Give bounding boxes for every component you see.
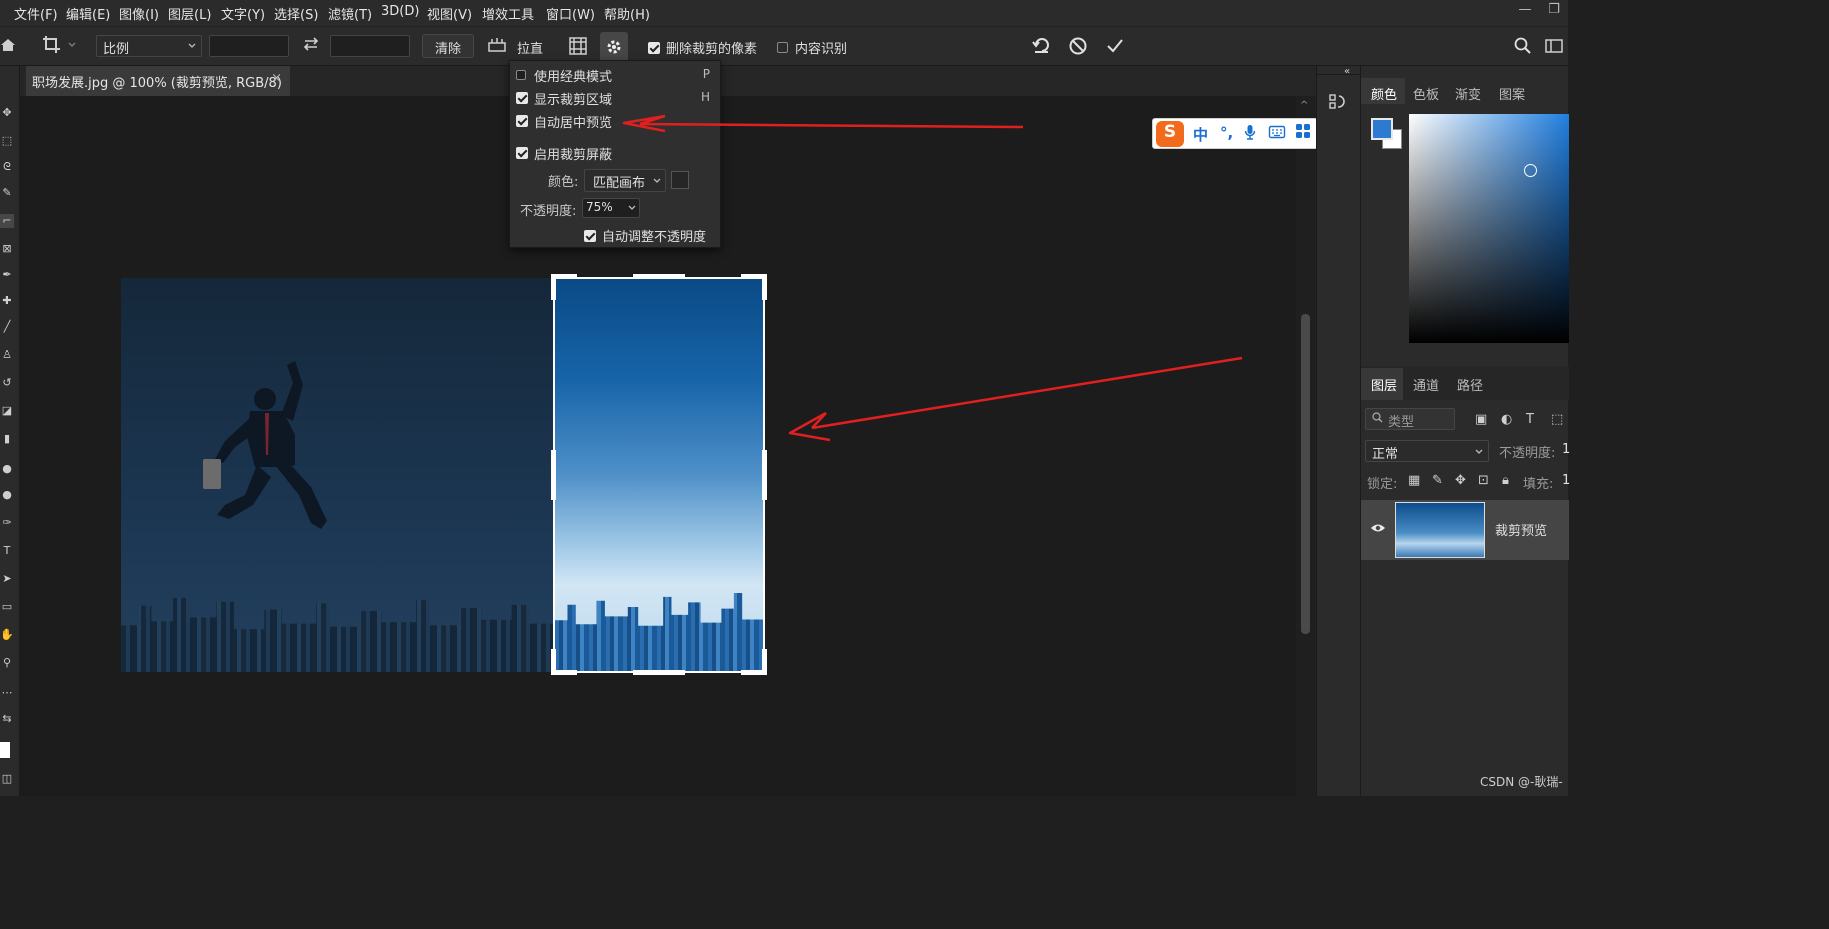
collapse-panels-icon[interactable]: « xyxy=(1344,66,1350,77)
tab-swatches[interactable]: 色板 xyxy=(1413,84,1439,103)
blend-mode-select[interactable]: 正常 xyxy=(1365,440,1489,462)
layer-opacity-label: 不透明度: xyxy=(1499,446,1556,461)
filter-pixel-icon[interactable]: ▣ xyxy=(1475,412,1487,427)
layer-thumbnail xyxy=(1395,502,1485,558)
eye-icon[interactable] xyxy=(1370,522,1386,538)
lock-label: 锁定: xyxy=(1367,477,1398,492)
filter-adjustment-icon[interactable]: ◐ xyxy=(1501,412,1512,427)
chevron-down-icon xyxy=(1474,446,1484,461)
tab-gradient[interactable]: 渐变 xyxy=(1455,84,1481,103)
filter-type-icon[interactable]: T xyxy=(1526,412,1534,427)
ime-chinese-mode[interactable]: 中 xyxy=(1193,124,1208,145)
ime-keyboard-icon[interactable] xyxy=(1268,124,1286,142)
history-panel-icon[interactable] xyxy=(1329,93,1347,115)
tab-pattern[interactable]: 图案 xyxy=(1499,84,1525,103)
search-icon xyxy=(1372,412,1383,427)
layer-opacity-value[interactable]: 1 xyxy=(1562,442,1570,457)
filter-shape-icon[interactable]: ⬚ xyxy=(1551,412,1563,427)
tab-layers[interactable]: 图层 xyxy=(1371,375,1397,394)
layer-filter-value: 类型 xyxy=(1388,415,1415,430)
lock-artboard-icon[interactable]: ⊡ xyxy=(1478,473,1489,488)
layer-name[interactable]: 裁剪预览 xyxy=(1495,520,1547,539)
ime-toolbar[interactable]: S 中 °, xyxy=(1152,118,1318,149)
ime-microphone-icon[interactable] xyxy=(1244,124,1256,144)
tab-color[interactable]: 颜色 xyxy=(1371,84,1397,103)
color-picker-ring[interactable] xyxy=(1524,164,1537,177)
lock-position-icon[interactable]: ✥ xyxy=(1455,473,1466,488)
tab-paths[interactable]: 路径 xyxy=(1457,375,1483,394)
lock-transparent-icon[interactable]: ▦ xyxy=(1408,473,1420,488)
fill-label: 填充: xyxy=(1523,477,1554,492)
foreground-color-swatch[interactable] xyxy=(1371,118,1393,140)
fill-value[interactable]: 1 xyxy=(1562,473,1570,488)
lock-paint-icon[interactable]: ✎ xyxy=(1432,473,1443,488)
right-panels: 颜色 色板 渐变 图案 图层 通道 路径 类型 ▣ ◐ T ⬚ 正常 不透明度:… xyxy=(1360,66,1570,796)
panel-dock-strip: « xyxy=(1316,66,1361,796)
lock-all-icon[interactable]: 🔒︎ xyxy=(1502,473,1509,488)
dock-divider xyxy=(1317,74,1361,75)
annotation-arrow-2 xyxy=(788,356,1243,442)
layer-filter-select[interactable]: 类型 xyxy=(1365,408,1455,430)
layer-row[interactable]: 裁剪预览 xyxy=(1361,500,1569,560)
annotation-arrow-1 xyxy=(622,114,1024,133)
ime-punctuation-icon[interactable]: °, xyxy=(1220,124,1233,142)
tab-channels[interactable]: 通道 xyxy=(1413,375,1439,394)
blend-mode-value: 正常 xyxy=(1372,447,1399,462)
ime-logo[interactable]: S xyxy=(1156,121,1184,147)
color-picker-field[interactable] xyxy=(1409,114,1569,343)
watermark: CSDN @-耿瑞- xyxy=(1480,775,1563,789)
ime-toolbox-icon[interactable] xyxy=(1296,124,1310,142)
